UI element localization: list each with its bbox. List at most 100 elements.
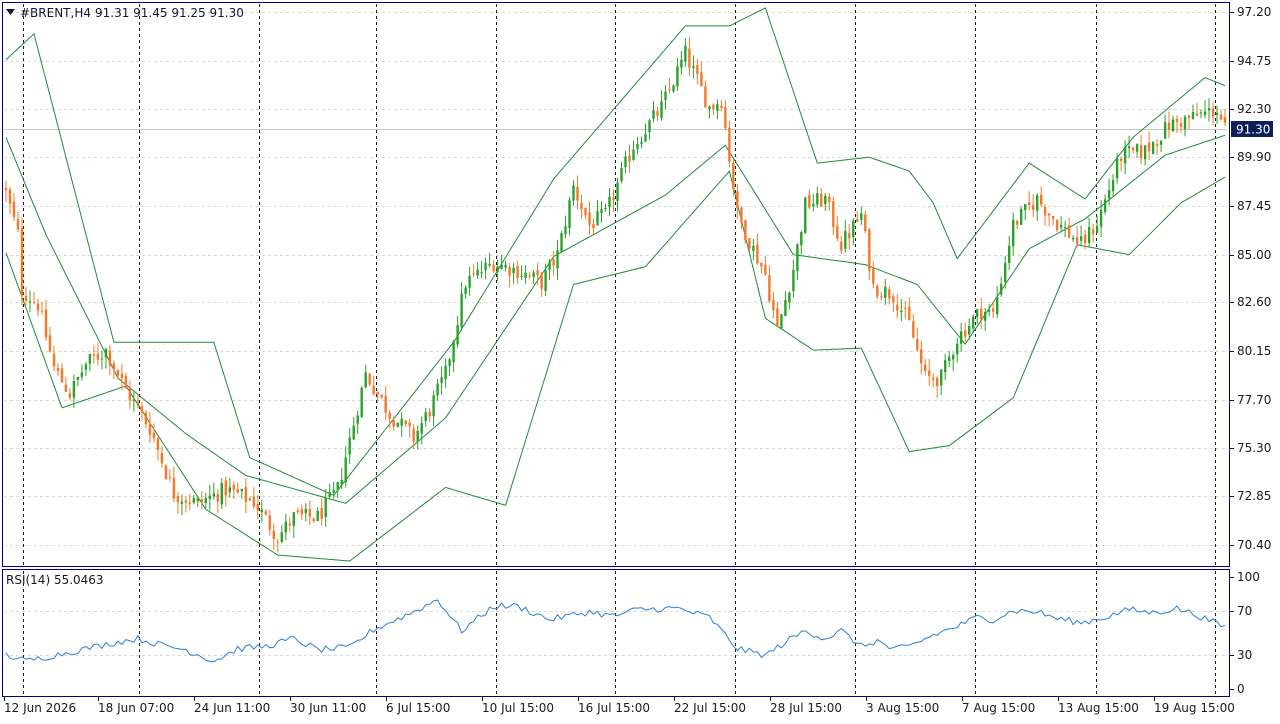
candle-body bbox=[524, 272, 527, 278]
chart-canvas[interactable]: 97.20 94.75 92.30 89.90 87.45 85.00 82.60 80.15… bbox=[0, 0, 1280, 720]
candle-body bbox=[1187, 115, 1191, 119]
candle-body bbox=[636, 143, 639, 150]
candle-body bbox=[152, 432, 156, 439]
candle-body bbox=[128, 388, 132, 401]
candle-body bbox=[1107, 190, 1111, 199]
candle-body bbox=[940, 369, 943, 386]
candle-body bbox=[1059, 224, 1063, 228]
candle-body bbox=[404, 420, 407, 425]
candle-body bbox=[1163, 122, 1167, 139]
candle-body bbox=[352, 425, 355, 440]
candle-body bbox=[288, 523, 291, 526]
candle-body bbox=[224, 480, 227, 496]
candle-body bbox=[148, 423, 152, 435]
rsi-axis[interactable]: 100 70 30 0 bbox=[1230, 570, 1260, 696]
price-axis[interactable]: 97.20 94.75 92.30 89.90 87.45 85.00 82.60 80.15… bbox=[1230, 5, 1271, 552]
candle-body bbox=[340, 479, 343, 485]
candle-body bbox=[832, 201, 835, 228]
candle-body bbox=[116, 369, 120, 376]
candle-body bbox=[1043, 207, 1047, 216]
candle-body bbox=[980, 308, 983, 320]
candle-body bbox=[936, 378, 939, 387]
candle-body bbox=[440, 377, 443, 384]
candle-body bbox=[732, 162, 735, 190]
candle-body bbox=[104, 348, 108, 358]
candle-body bbox=[788, 292, 791, 303]
candle-body bbox=[596, 211, 599, 226]
candle-body bbox=[1063, 227, 1067, 229]
candle-body bbox=[992, 308, 995, 312]
candle-body bbox=[136, 401, 140, 406]
candle-body bbox=[948, 356, 951, 361]
candle-body bbox=[192, 498, 195, 503]
candle-body bbox=[396, 423, 399, 427]
candle-body bbox=[836, 226, 839, 239]
candle-body bbox=[332, 489, 335, 493]
candle-body bbox=[184, 500, 188, 503]
candle-body bbox=[532, 272, 535, 278]
candle-body bbox=[512, 267, 515, 274]
candle-body bbox=[108, 350, 112, 366]
candle-body bbox=[304, 508, 307, 514]
candle-body bbox=[584, 207, 587, 216]
candle-body bbox=[680, 59, 683, 68]
candle-body bbox=[748, 238, 751, 249]
candle-body bbox=[220, 482, 223, 505]
candle-body bbox=[1179, 123, 1183, 128]
time-axis[interactable]: 12 Jun 2026 18 Jun 07:00 24 Jun 11:00 30 Ju… bbox=[4, 697, 1235, 715]
candle-body bbox=[56, 367, 60, 371]
candle-body bbox=[488, 264, 491, 266]
candle-body bbox=[624, 156, 627, 168]
candle-body bbox=[476, 269, 479, 276]
candle-body bbox=[1040, 194, 1043, 205]
rsi-tick-label: 70 bbox=[1237, 604, 1252, 618]
current-price-value: 91.30 bbox=[1236, 123, 1270, 137]
candle-body bbox=[1183, 116, 1187, 130]
candle-body bbox=[868, 229, 871, 271]
candle-body bbox=[552, 259, 555, 266]
trading-chart[interactable]: 97.20 94.75 92.30 89.90 87.45 85.00 82.60 80.15… bbox=[0, 0, 1280, 720]
candle-body bbox=[888, 289, 891, 299]
candle-body bbox=[144, 412, 148, 424]
candle-body bbox=[856, 219, 859, 222]
candle-body bbox=[140, 405, 144, 412]
x-tick-label: 24 Jun 11:00 bbox=[194, 701, 270, 715]
candle-body bbox=[804, 197, 807, 234]
candle-body bbox=[124, 376, 128, 389]
candle-body bbox=[840, 241, 843, 251]
x-tick-label: 6 Jul 15:00 bbox=[386, 701, 450, 715]
candle-body bbox=[316, 510, 319, 522]
candle-body bbox=[1111, 180, 1115, 192]
candle-body bbox=[1127, 146, 1131, 149]
candle-body bbox=[884, 286, 887, 298]
candle-body bbox=[112, 363, 116, 370]
x-tick-label: 22 Jul 15:00 bbox=[674, 701, 746, 715]
y-tick-label: 92.30 bbox=[1237, 102, 1271, 116]
candle-body bbox=[232, 484, 235, 490]
candle-body bbox=[1099, 209, 1103, 227]
candle-body bbox=[164, 465, 168, 479]
candle-body bbox=[20, 227, 24, 296]
candle-body bbox=[608, 196, 611, 208]
y-tick-label: 85.00 bbox=[1237, 248, 1271, 262]
x-tick: 16 Jul 15:00 bbox=[578, 697, 650, 715]
candle bbox=[876, 283, 879, 299]
candle-body bbox=[52, 353, 56, 367]
candle-body bbox=[272, 530, 275, 539]
x-tick: 12 Jun 2026 bbox=[4, 697, 76, 715]
candle-body bbox=[1083, 234, 1087, 243]
candle-body bbox=[168, 477, 172, 479]
candle-body bbox=[776, 308, 779, 326]
candle-body bbox=[504, 264, 507, 268]
candle-body bbox=[700, 72, 703, 87]
candle-body bbox=[428, 411, 431, 417]
y-tick-label: 87.45 bbox=[1237, 199, 1271, 213]
candle-body bbox=[240, 488, 243, 492]
candle-body bbox=[676, 66, 679, 87]
candle-body bbox=[4, 188, 8, 191]
x-tick: 10 Jul 15:00 bbox=[482, 697, 554, 715]
candle-body bbox=[1075, 237, 1079, 244]
candle-body bbox=[932, 377, 935, 380]
candle-body bbox=[520, 276, 523, 277]
candle-body bbox=[416, 430, 419, 442]
